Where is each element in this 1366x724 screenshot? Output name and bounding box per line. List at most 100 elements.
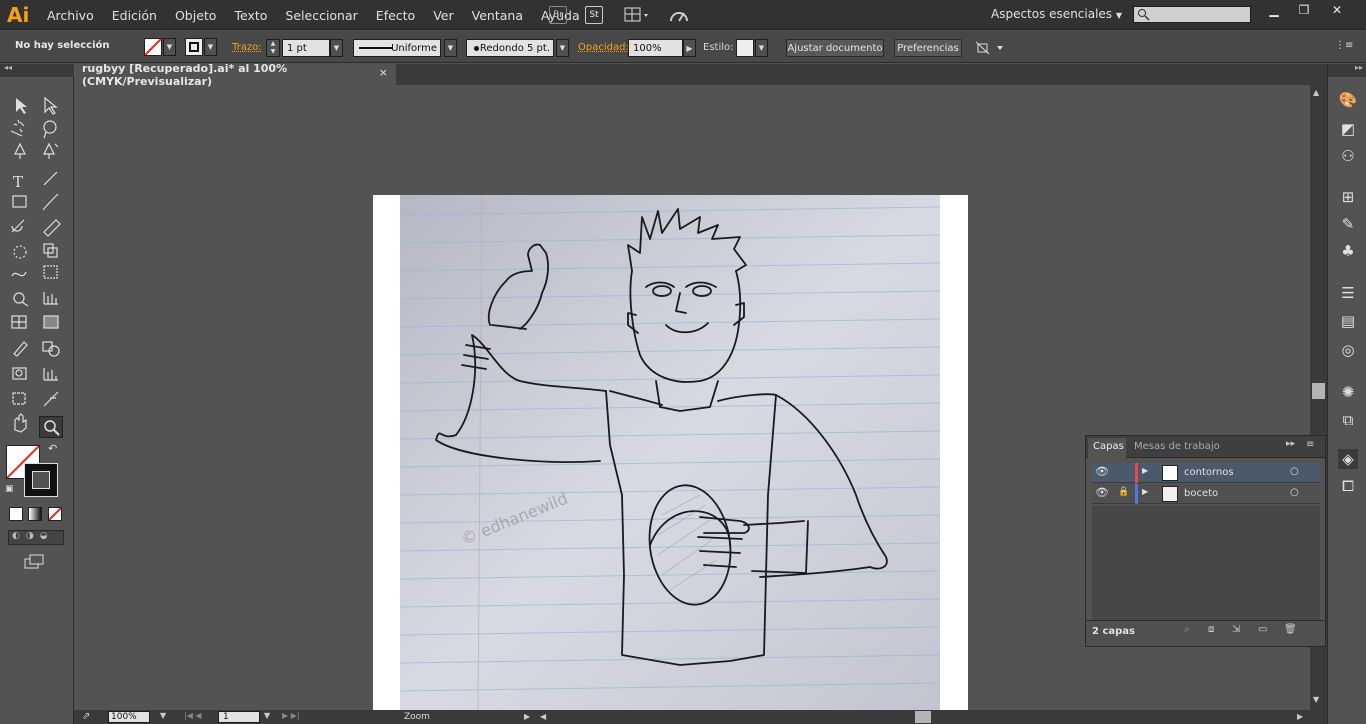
stroke-weight-dropdown[interactable]: ▼: [330, 39, 343, 57]
opacity-field[interactable]: 100%: [628, 39, 683, 57]
color-mode-icon[interactable]: [9, 507, 23, 521]
artboards-icon[interactable]: ⧠: [1338, 476, 1358, 496]
color-guide-icon[interactable]: 🎨: [1338, 90, 1358, 110]
transparency-icon[interactable]: ◎: [1338, 340, 1358, 360]
stroke-profile-field[interactable]: Uniforme: [353, 39, 441, 57]
artwork-sketch[interactable]: © edhanewild: [400, 195, 940, 711]
lock-icon[interactable]: 🔒: [1118, 487, 1129, 497]
help-search-input[interactable]: [1133, 6, 1251, 23]
opacity-slider-toggle[interactable]: ▶: [683, 39, 696, 57]
arrange-documents-icon[interactable]: [624, 6, 652, 24]
fill-swatch[interactable]: [144, 38, 162, 56]
layer-row-boceto[interactable]: 👁 🔒 ▶ boceto ○: [1092, 484, 1320, 504]
zoom-level-field[interactable]: 100%: [108, 711, 150, 723]
delete-layer-icon[interactable]: 🗑: [1284, 624, 1297, 635]
vertical-scroll-thumb[interactable]: [1312, 383, 1325, 399]
horizontal-scroll-thumb[interactable]: [915, 711, 931, 723]
layers-icon[interactable]: ◈: [1338, 449, 1358, 469]
tab-mesas-de-trabajo[interactable]: Mesas de trabajo: [1134, 441, 1220, 452]
menu-objeto[interactable]: Objeto: [166, 8, 226, 23]
menu-seleccionar[interactable]: Seleccionar: [276, 8, 366, 23]
menu-archivo[interactable]: Archivo: [38, 8, 103, 23]
scroll-down-icon[interactable]: ▼: [1313, 695, 1319, 704]
panel-menu-icon[interactable]: ⋮≡: [1335, 40, 1353, 52]
scroll-right-icon[interactable]: ▶: [1297, 712, 1303, 721]
panel-collapse-icon[interactable]: ▸▸: [1286, 439, 1295, 449]
stroke-panel-icon[interactable]: ☰: [1338, 283, 1358, 303]
scroll-left-icon[interactable]: ◀: [540, 712, 546, 721]
stroke-weight-field[interactable]: 1 pt: [282, 39, 330, 57]
layer-name[interactable]: boceto: [1184, 488, 1218, 499]
gradient-mode-icon[interactable]: [28, 507, 42, 521]
menu-edicion[interactable]: Edición: [103, 8, 166, 23]
stroke-stepper[interactable]: ▲ ▼: [266, 39, 280, 57]
swatches-icon[interactable]: ⊞: [1338, 187, 1358, 207]
graphic-style-swatch[interactable]: [736, 39, 754, 57]
tools-panel-header[interactable]: ◂◂: [0, 63, 74, 77]
opacity-label[interactable]: Opacidad:: [578, 42, 629, 53]
fit-document-button[interactable]: Ajustar documento: [786, 39, 884, 57]
stroke-swatch[interactable]: [185, 38, 203, 56]
tab-capas[interactable]: Capas: [1088, 438, 1126, 458]
expand-triangle-icon[interactable]: ▶: [1142, 487, 1148, 496]
stroke-label[interactable]: Trazo:: [232, 42, 262, 53]
artboard-dropdown-icon[interactable]: ▼: [264, 711, 270, 720]
menu-efecto[interactable]: Efecto: [367, 8, 424, 23]
expand-triangle-icon[interactable]: ▶: [1142, 466, 1148, 475]
artboard-nav-icon[interactable]: ⇗: [82, 711, 90, 722]
brush-dropdown[interactable]: ▼: [556, 39, 569, 57]
color-icon[interactable]: ◩: [1338, 119, 1358, 139]
layers-panel-menu-icon[interactable]: ≡: [1306, 439, 1314, 450]
collapse-icon[interactable]: ◂◂: [4, 63, 12, 72]
bridge-button[interactable]: Br: [549, 6, 567, 24]
minimize-icon[interactable]: ▁: [1259, 3, 1289, 17]
swap-colors-icon[interactable]: ↶: [48, 442, 57, 455]
locate-object-icon[interactable]: ⌕: [1184, 624, 1190, 635]
preferences-button[interactable]: Preferencias: [894, 39, 962, 57]
gpu-performance-icon[interactable]: [668, 5, 690, 25]
new-sublayer-icon[interactable]: ⇲: [1232, 624, 1240, 635]
first-artboard-icon[interactable]: |◀ ◀: [184, 711, 202, 720]
stroke-profile-dropdown[interactable]: ▼: [444, 39, 457, 57]
eye-icon[interactable]: 👁: [1095, 486, 1109, 499]
default-colors-icon[interactable]: ▣: [5, 484, 14, 494]
brushes-icon[interactable]: ✎: [1338, 214, 1358, 234]
close-window-icon[interactable]: ✕: [1322, 3, 1352, 17]
zoom-dropdown-icon[interactable]: ▼: [160, 711, 166, 720]
stock-button[interactable]: St: [585, 6, 603, 24]
target-circle-icon[interactable]: ○: [1290, 466, 1299, 477]
draw-mode-icons[interactable]: ◐◑◒: [8, 530, 64, 545]
layer-name[interactable]: contornos: [1184, 467, 1234, 478]
scroll-up-icon[interactable]: ▲: [1313, 88, 1319, 97]
make-clipping-mask-icon[interactable]: ⧈: [1208, 624, 1214, 635]
next-artboard-icon[interactable]: ▶ ▶|: [282, 711, 300, 720]
status-menu-icon[interactable]: ▶: [524, 712, 530, 721]
fill-dropdown[interactable]: ▼: [163, 38, 176, 56]
layer-row-contornos[interactable]: 👁 ▶ contornos ○: [1092, 463, 1320, 483]
stroke-dropdown[interactable]: ▼: [204, 38, 217, 56]
new-layer-icon[interactable]: ▭: [1258, 624, 1267, 635]
appearance-icon[interactable]: ✺: [1338, 382, 1358, 402]
restore-icon[interactable]: ❐: [1289, 3, 1319, 17]
document-tab[interactable]: rugbyy [Recuperado].ai* al 100% (CMYK/Pr…: [74, 62, 396, 88]
none-mode-icon[interactable]: [48, 507, 62, 521]
graphic-style-dropdown[interactable]: ▼: [755, 39, 768, 57]
brush-field[interactable]: Redondo 5 pt.: [466, 39, 554, 57]
close-tab-icon[interactable]: ×: [379, 66, 388, 79]
align-options-icon[interactable]: [975, 39, 1005, 57]
gradient-panel-icon[interactable]: ▤: [1338, 311, 1358, 331]
menu-ver[interactable]: Ver: [424, 8, 462, 23]
menu-texto[interactable]: Texto: [225, 8, 276, 23]
screen-mode-icon[interactable]: [24, 554, 46, 570]
eye-icon[interactable]: 👁: [1095, 465, 1109, 478]
stroke-color-swatch[interactable]: [24, 463, 58, 497]
artboard-number-field[interactable]: 1: [218, 711, 260, 723]
symbols-icon[interactable]: ♣: [1338, 241, 1358, 261]
menu-ventana[interactable]: Ventana: [463, 8, 532, 23]
expand-panels-icon[interactable]: ▸▸: [1355, 63, 1363, 72]
workspace-switcher[interactable]: Aspectos esenciales ▼: [991, 7, 1122, 21]
graphic-styles-icon[interactable]: ⧉: [1338, 410, 1358, 430]
zoom-tool-icon[interactable]: [39, 416, 63, 438]
cc-libraries-icon[interactable]: ⚇: [1338, 146, 1358, 166]
target-circle-icon[interactable]: ○: [1290, 487, 1299, 498]
